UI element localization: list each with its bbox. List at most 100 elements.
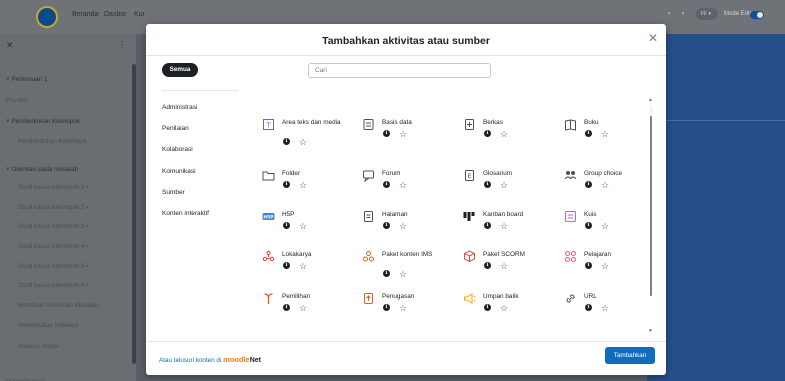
- nav-link-beranda[interactable]: Beranda: [72, 11, 98, 18]
- info-icon[interactable]: i: [585, 130, 592, 137]
- drawer-item[interactable]: Studi kasus kelompok 5 ▪: [18, 263, 89, 270]
- drawer-item[interactable]: Analisis Solusi: [18, 343, 59, 350]
- star-icon[interactable]: ☆: [399, 130, 407, 139]
- info-icon[interactable]: i: [383, 130, 390, 137]
- drawer-item[interactable]: Studi kasus kelompok 2 ▪: [18, 204, 89, 211]
- star-icon[interactable]: ☆: [601, 130, 609, 139]
- activity-item[interactable]: Kuis i ☆: [564, 210, 654, 246]
- activity-item[interactable]: Berkas i ☆: [463, 118, 553, 154]
- star-icon[interactable]: ☆: [299, 222, 307, 231]
- drawer-item[interactable]: Membuat Rumusan Masalah: [18, 302, 99, 309]
- activity-item[interactable]: Umpan balik i ☆: [463, 292, 553, 328]
- scroll-down-icon[interactable]: ▼: [648, 328, 653, 334]
- info-icon[interactable]: i: [283, 304, 290, 311]
- star-icon[interactable]: ☆: [500, 304, 508, 313]
- activity-item[interactable]: Pemilihan i ☆: [262, 292, 352, 328]
- activity-item[interactable]: E Glosarium i ☆: [463, 169, 553, 205]
- star-icon[interactable]: ☆: [601, 222, 609, 231]
- info-icon[interactable]: i: [585, 181, 592, 188]
- star-icon[interactable]: ☆: [299, 181, 307, 190]
- activity-item[interactable]: T Area teks dan media i ☆: [262, 118, 352, 154]
- activity-item[interactable]: Pelajaran i ☆: [564, 250, 654, 286]
- activity-item[interactable]: Folder i ☆: [262, 169, 352, 205]
- drawer-item[interactable]: Menentukan Indikator: [18, 322, 79, 329]
- info-icon[interactable]: i: [283, 181, 290, 188]
- lesson-icon: [564, 250, 577, 263]
- star-icon[interactable]: ☆: [601, 181, 609, 190]
- star-icon[interactable]: ☆: [500, 222, 508, 231]
- activity-item[interactable]: Paket konten IMS i ☆: [362, 250, 452, 286]
- search-input[interactable]: [308, 63, 491, 78]
- info-icon[interactable]: i: [383, 304, 390, 311]
- drawer-menu-icon[interactable]: ⋮: [118, 40, 126, 49]
- star-icon[interactable]: ☆: [500, 262, 508, 271]
- drawer-item[interactable]: Pre-test: [6, 97, 28, 104]
- add-button[interactable]: Tambahkan: [605, 347, 655, 364]
- activity-name: Glosarium: [483, 170, 513, 177]
- info-icon[interactable]: i: [484, 304, 491, 311]
- drawer-item[interactable]: Pembentukan Kelompok: [18, 138, 87, 145]
- category-item[interactable]: Administrasi: [162, 104, 197, 111]
- close-icon[interactable]: ✕: [6, 40, 14, 51]
- category-item[interactable]: Kolaborasi: [162, 146, 193, 153]
- activity-scrollbar-thumb[interactable]: [650, 116, 652, 296]
- info-icon[interactable]: i: [383, 222, 390, 229]
- info-icon[interactable]: i: [283, 138, 290, 145]
- star-icon[interactable]: ☆: [399, 270, 407, 279]
- close-dialog-icon[interactable]: ✕: [648, 32, 658, 44]
- star-icon[interactable]: ☆: [399, 304, 407, 313]
- star-icon[interactable]: ☆: [299, 138, 307, 147]
- star-icon[interactable]: ☆: [500, 130, 508, 139]
- info-icon[interactable]: i: [283, 262, 290, 269]
- activity-item[interactable]: Group choice i ☆: [564, 169, 654, 205]
- info-icon[interactable]: i: [484, 181, 491, 188]
- drawer-item[interactable]: ˅ Pembentukan Kelompok: [6, 118, 80, 125]
- info-icon[interactable]: i: [383, 181, 390, 188]
- activity-item[interactable]: Paket SCORM i ☆: [463, 250, 553, 286]
- drawer-item[interactable]: Studi kasus kelompok 3 ▪: [18, 223, 89, 230]
- drawer-item[interactable]: Studi kasus kelompok 6 ▪: [18, 282, 89, 289]
- activity-item[interactable]: Lokakarya i ☆: [262, 250, 352, 286]
- edit-mode-toggle[interactable]: [750, 11, 764, 19]
- drawer-item[interactable]: ˅ Pertemuan 1: [6, 76, 48, 83]
- star-icon[interactable]: ☆: [399, 222, 407, 231]
- category-item[interactable]: Konten interaktif: [162, 210, 209, 217]
- chat-icon[interactable]: ▪: [682, 11, 684, 17]
- scroll-up-icon[interactable]: ▲: [648, 97, 653, 103]
- nav-link-dasbor[interactable]: Dasbor: [104, 11, 127, 18]
- category-item[interactable]: Penilaian: [162, 125, 189, 132]
- bell-icon[interactable]: ▪: [668, 11, 670, 17]
- activity-item[interactable]: Forum i ☆: [362, 169, 452, 205]
- user-menu[interactable]: FF ▾: [696, 8, 718, 20]
- drawer-item[interactable]: Studi kasus kelompok 1 ▪: [18, 184, 89, 191]
- drawer-item[interactable]: Studi kasus kelompok 4 ▪: [18, 243, 89, 250]
- info-icon[interactable]: i: [383, 270, 390, 277]
- star-icon[interactable]: ☆: [601, 262, 609, 271]
- info-icon[interactable]: i: [585, 262, 592, 269]
- info-icon[interactable]: i: [484, 262, 491, 269]
- activity-item[interactable]: Basis data i ☆: [362, 118, 452, 154]
- star-icon[interactable]: ☆: [500, 181, 508, 190]
- moodlenet-link[interactable]: Atau telusuri konten di moodleNet: [159, 355, 261, 364]
- nav-link-kursus[interactable]: Kur: [134, 11, 145, 18]
- drawer-item[interactable]: ˅ Orientasi pada masalah: [6, 166, 78, 173]
- activity-item[interactable]: H5P H5P i ☆: [262, 210, 352, 246]
- info-icon[interactable]: i: [484, 130, 491, 137]
- info-icon[interactable]: i: [585, 304, 592, 311]
- star-icon[interactable]: ☆: [299, 304, 307, 313]
- star-icon[interactable]: ☆: [399, 181, 407, 190]
- category-item[interactable]: Sumber: [162, 189, 185, 196]
- category-item[interactable]: Komunikasi: [162, 168, 196, 175]
- info-icon[interactable]: i: [283, 222, 290, 229]
- star-icon[interactable]: ☆: [299, 262, 307, 271]
- activity-item[interactable]: URL i ☆: [564, 292, 654, 328]
- activity-item[interactable]: Halaman i ☆: [362, 210, 452, 246]
- activity-item[interactable]: Penugasan i ☆: [362, 292, 452, 328]
- star-icon[interactable]: ☆: [601, 304, 609, 313]
- activity-item[interactable]: Kanban board i ☆: [463, 210, 553, 246]
- site-logo[interactable]: [36, 6, 58, 28]
- info-icon[interactable]: i: [484, 222, 491, 229]
- info-icon[interactable]: i: [585, 222, 592, 229]
- activity-item[interactable]: Buku i ☆: [564, 118, 654, 154]
- tab-semua[interactable]: Semua: [162, 63, 198, 77]
